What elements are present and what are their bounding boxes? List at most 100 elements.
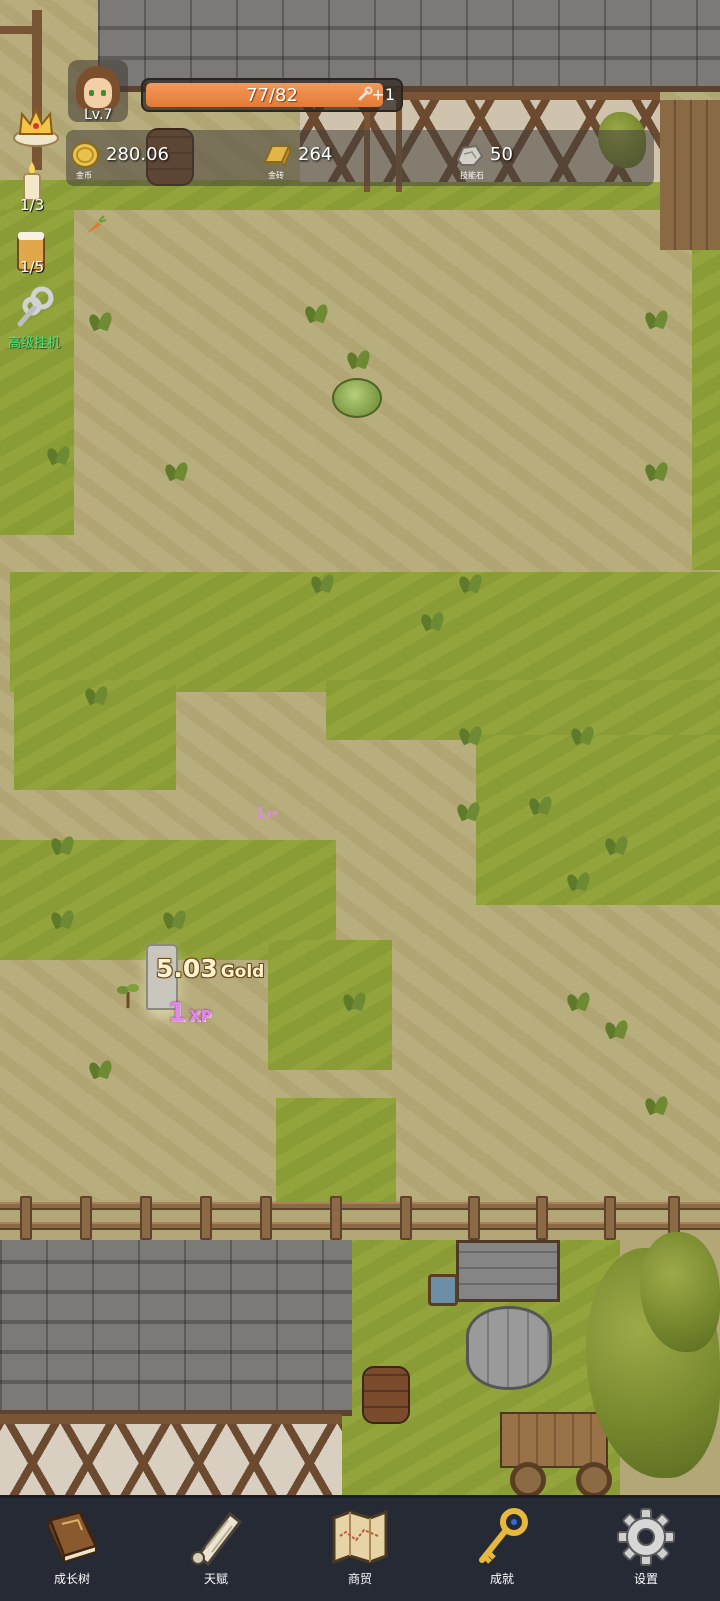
fence-post — [200, 1196, 212, 1240]
currency-value: 264 — [298, 144, 333, 165]
weed[interactable] — [162, 908, 188, 930]
weed[interactable] — [528, 794, 554, 816]
cart-wheel — [510, 1462, 546, 1495]
yard-barrel — [362, 1366, 410, 1424]
fence-post — [80, 1196, 92, 1240]
weed[interactable] — [84, 684, 110, 706]
nav-trade[interactable]: 商贸 — [310, 1506, 410, 1598]
nav-settings[interactable]: 设置 — [596, 1506, 696, 1598]
beer-count: 1/5 — [20, 258, 45, 276]
bottom-house-roof — [0, 1240, 352, 1416]
weed[interactable] — [50, 834, 76, 856]
top-left-crossbar — [0, 26, 42, 34]
wind-up-key-icon — [17, 286, 54, 327]
player-level: Lv.7 — [84, 107, 113, 123]
right-shed — [660, 100, 720, 250]
sprout-icon — [117, 984, 139, 1008]
fence-post — [20, 1196, 32, 1240]
weed[interactable] — [46, 444, 72, 466]
weed[interactable] — [566, 870, 592, 892]
carrot-icon — [86, 215, 107, 234]
weed[interactable] — [346, 348, 372, 370]
xp-small-unit: XP — [266, 810, 279, 819]
nav-label: 天赋 — [203, 1572, 228, 1586]
well-roof — [456, 1240, 560, 1302]
weed[interactable] — [644, 308, 670, 330]
skill-stone-icon — [456, 144, 484, 166]
grass-right-block — [476, 735, 720, 905]
xp-small-amount: 1 — [256, 806, 266, 821]
hp-regen: +1 — [371, 85, 395, 104]
fence-post — [260, 1196, 272, 1240]
weed[interactable] — [604, 1018, 630, 1040]
bottom-nav: 成长树 天赋 商贸 成就 设置 — [0, 1495, 720, 1601]
fence-post — [400, 1196, 412, 1240]
currency-gold[interactable]: 280.06 金币 — [70, 138, 240, 180]
game-scene[interactable]: 5.03 Gold 1 XP 1XP — [0, 0, 720, 1495]
weed[interactable] — [164, 460, 190, 482]
xp-drop-small: 1XP — [256, 802, 278, 821]
currency-brick[interactable]: 264 金砖 — [262, 138, 432, 180]
weed[interactable] — [604, 834, 630, 856]
currency-bar: 280.06 金币 264 金砖 50 技能石 — [66, 130, 654, 186]
xp-drop-text: 1 XP — [168, 998, 212, 1028]
xp-drop-amount: 1 — [168, 998, 187, 1028]
currency-value: 280.06 — [106, 144, 169, 165]
idle-label[interactable]: 高级挂机 — [8, 332, 60, 351]
currency-label: 技能石 — [460, 171, 484, 180]
currency-skill-stone[interactable]: 50 技能石 — [454, 138, 624, 180]
xp-drop-unit: XP — [189, 1007, 212, 1025]
cart-wheel — [576, 1462, 612, 1495]
map-icon — [332, 1509, 388, 1565]
hp-bar: 77/82 +1 — [141, 78, 403, 112]
weed[interactable] — [570, 724, 596, 746]
wooden-cart — [500, 1412, 608, 1468]
grass-path-bottom — [276, 1098, 396, 1208]
candle-count: 1/3 — [20, 196, 45, 214]
weed[interactable] — [342, 990, 368, 1012]
weed[interactable] — [304, 302, 330, 324]
nav-label: 商贸 — [347, 1572, 372, 1586]
gold-brick-icon — [263, 143, 291, 168]
gold-coin-icon — [71, 142, 99, 168]
gold-drop-text: 5.03 Gold — [156, 954, 264, 983]
nav-label: 设置 — [633, 1572, 658, 1586]
scroll-icon — [191, 1511, 243, 1567]
weed[interactable] — [458, 572, 484, 594]
nav-label: 成长树 — [53, 1572, 90, 1586]
book-icon — [46, 1510, 99, 1564]
avatar-eye — [89, 90, 94, 96]
weed[interactable] — [644, 460, 670, 482]
fence-post — [140, 1196, 152, 1240]
weed[interactable] — [644, 1094, 670, 1116]
weed[interactable] — [458, 724, 484, 746]
weed[interactable] — [50, 908, 76, 930]
crown-button[interactable] — [12, 104, 62, 152]
grass-right-strip — [692, 240, 720, 570]
candle-button[interactable]: 1/3 — [12, 160, 62, 220]
currency-value: 50 — [490, 144, 513, 165]
gear-icon — [617, 1508, 675, 1566]
beer-button[interactable]: 1/5 — [12, 228, 62, 284]
avatar-eye — [101, 90, 106, 96]
nav-growth-tree[interactable]: 成长树 — [22, 1506, 122, 1598]
weed[interactable] — [456, 800, 482, 822]
fence-post — [536, 1196, 548, 1240]
nav-achievement[interactable]: 成就 — [452, 1506, 552, 1598]
bucket — [428, 1274, 458, 1306]
cabbage-crop[interactable] — [332, 378, 382, 418]
weed[interactable] — [566, 990, 592, 1012]
bottom-house-beam — [0, 1414, 342, 1424]
currency-label: 金币 — [76, 171, 92, 180]
fence-post — [468, 1196, 480, 1240]
grass-lower-center — [268, 940, 392, 1070]
grass-center-block — [326, 680, 720, 740]
bottom-house-wall — [0, 1418, 342, 1495]
weed[interactable] — [310, 572, 336, 594]
weed[interactable] — [88, 310, 114, 332]
weed[interactable] — [88, 1058, 114, 1080]
nav-talent[interactable]: 天赋 — [166, 1506, 266, 1598]
weed[interactable] — [420, 610, 446, 632]
fence-post — [604, 1196, 616, 1240]
well[interactable] — [466, 1306, 552, 1390]
